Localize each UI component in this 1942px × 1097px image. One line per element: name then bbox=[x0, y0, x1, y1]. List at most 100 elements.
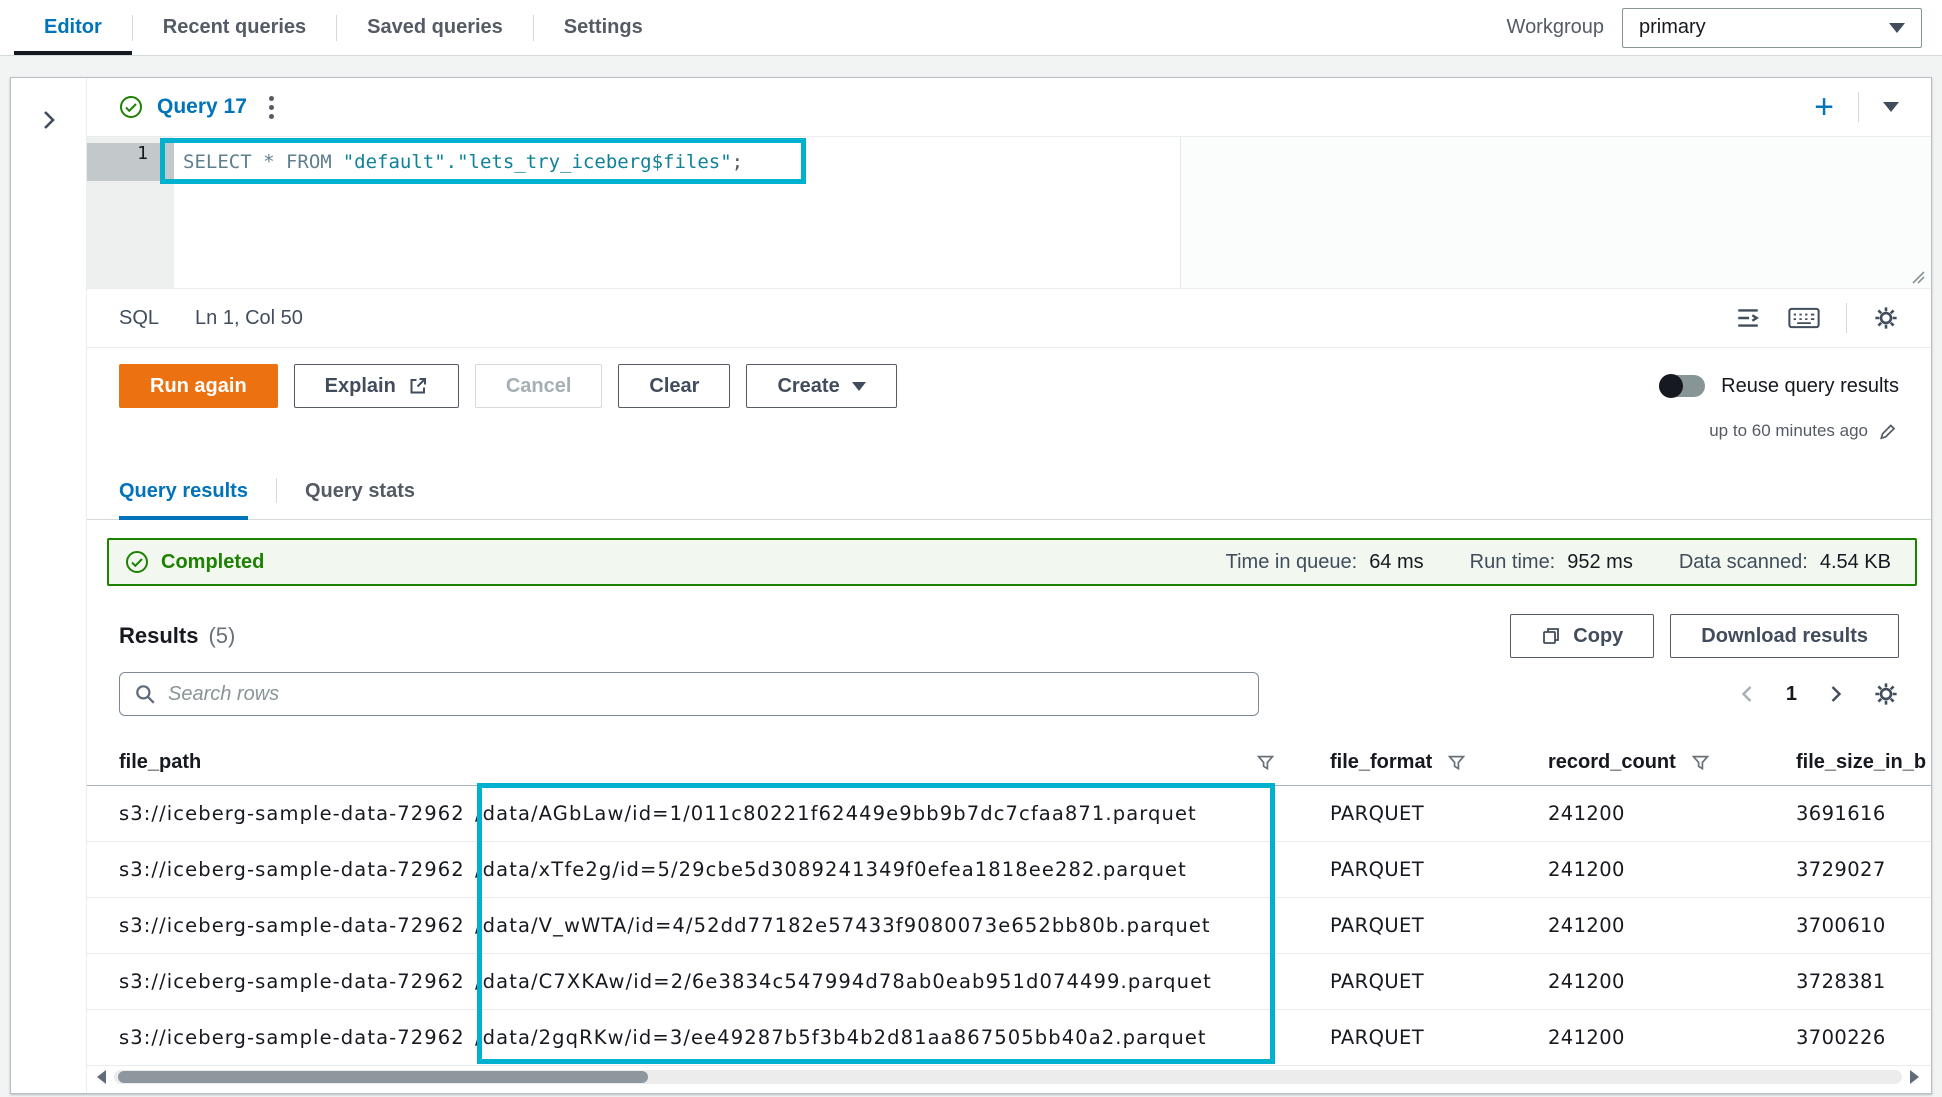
column-header-file-path[interactable]: file_path bbox=[87, 751, 1330, 774]
cell-file-format: PARQUET bbox=[1330, 1026, 1548, 1049]
table-row: s3://iceberg-sample-data-72962/data/AGbL… bbox=[87, 786, 1931, 842]
collapsed-sidebar bbox=[11, 78, 87, 1093]
cell-file-path: s3://iceberg-sample-data-72962/data/2gqR… bbox=[87, 1026, 1330, 1049]
query-tabs-dropdown-button[interactable] bbox=[1883, 102, 1899, 112]
edit-pencil-icon[interactable] bbox=[1878, 422, 1897, 441]
query-tab-title[interactable]: Query 17 bbox=[157, 95, 247, 119]
tab-query-stats[interactable]: Query stats bbox=[305, 466, 415, 519]
cell-record-count: 241200 bbox=[1548, 914, 1796, 937]
sidebar-expand-button[interactable] bbox=[33, 104, 65, 1093]
query-editor-panel: Query 17 + 1 SELECT * FROM"default"."let… bbox=[10, 77, 1932, 1094]
gear-icon bbox=[1873, 305, 1899, 331]
tab-query-results[interactable]: Query results bbox=[119, 466, 248, 519]
prev-page-button[interactable] bbox=[1738, 684, 1758, 704]
cancel-button[interactable]: Cancel bbox=[475, 364, 603, 408]
tab-editor-label: Editor bbox=[44, 16, 102, 39]
tab-settings[interactable]: Settings bbox=[534, 0, 673, 55]
kebab-icon bbox=[269, 96, 274, 101]
results-title: Results bbox=[119, 623, 198, 649]
tab-editor[interactable]: Editor bbox=[14, 0, 132, 55]
metric-run-time: Run time: 952 ms bbox=[1470, 551, 1633, 574]
table-row: s3://iceberg-sample-data-72962/data/2gqR… bbox=[87, 1010, 1931, 1066]
cursor-position: Ln 1, Col 50 bbox=[195, 307, 303, 330]
table-preferences-gear-icon[interactable] bbox=[1873, 681, 1899, 707]
divider bbox=[1846, 303, 1847, 333]
cell-record-count: 241200 bbox=[1548, 970, 1796, 993]
status-completed-label: Completed bbox=[161, 551, 264, 574]
cell-file-path: s3://iceberg-sample-data-72962/data/xTfe… bbox=[87, 858, 1330, 881]
cell-file-size: 3700226 bbox=[1796, 1026, 1931, 1049]
cell-file-path: s3://iceberg-sample-data-72962/data/AGbL… bbox=[87, 802, 1330, 825]
run-again-button[interactable]: Run again bbox=[119, 364, 278, 408]
scrollbar-thumb[interactable] bbox=[118, 1071, 648, 1083]
tab-settings-label: Settings bbox=[564, 16, 643, 39]
pagination: 1 bbox=[1738, 681, 1899, 707]
editor-settings-button[interactable] bbox=[1873, 305, 1899, 331]
column-header-file-size[interactable]: file_size_in_b bbox=[1796, 751, 1931, 774]
results-count: (5) bbox=[208, 623, 235, 649]
horizontal-scrollbar bbox=[97, 1069, 1919, 1085]
query-tab-menu-button[interactable] bbox=[261, 92, 282, 123]
table-row: s3://iceberg-sample-data-72962/data/C7XK… bbox=[87, 954, 1931, 1010]
scroll-right-arrow[interactable] bbox=[1910, 1070, 1919, 1084]
workgroup-select[interactable]: primary bbox=[1622, 8, 1922, 48]
cell-file-format: PARQUET bbox=[1330, 858, 1548, 881]
tab-saved-queries[interactable]: Saved queries bbox=[337, 0, 533, 55]
reuse-results-toggle[interactable] bbox=[1659, 375, 1705, 397]
line-number: 1 bbox=[87, 143, 174, 181]
cell-file-size: 3729027 bbox=[1796, 858, 1931, 881]
cell-file-size: 3691616 bbox=[1796, 802, 1931, 825]
table-row: s3://iceberg-sample-data-72962/data/xTfe… bbox=[87, 842, 1931, 898]
editor-gutter: 1 bbox=[87, 137, 174, 288]
create-button[interactable]: Create bbox=[746, 364, 896, 408]
sql-editor: 1 SELECT * FROM"default"."lets_try_icebe… bbox=[87, 136, 1931, 288]
scroll-left-arrow[interactable] bbox=[97, 1070, 106, 1084]
table-header-row: file_path file_format record_count bbox=[87, 740, 1931, 786]
cell-record-count: 241200 bbox=[1548, 858, 1796, 881]
column-header-record-count[interactable]: record_count bbox=[1548, 751, 1796, 774]
tab-recent-queries[interactable]: Recent queries bbox=[133, 0, 336, 55]
workgroup-label: Workgroup bbox=[1507, 16, 1604, 39]
copy-button[interactable]: Copy bbox=[1510, 614, 1654, 658]
explain-button[interactable]: Explain bbox=[294, 364, 459, 408]
editor-main: Query 17 + 1 SELECT * FROM"default"."let… bbox=[87, 78, 1931, 1093]
caret-down-icon bbox=[1889, 23, 1905, 33]
reuse-duration-row: up to 60 minutes ago bbox=[87, 418, 1931, 444]
new-query-tab-button[interactable]: + bbox=[1814, 92, 1834, 122]
query-actions: Run again Explain Cancel Clear Create bbox=[87, 348, 1931, 418]
filter-icon[interactable] bbox=[1448, 755, 1465, 771]
cell-file-path: s3://iceberg-sample-data-72962/data/V_wW… bbox=[87, 914, 1330, 937]
cell-file-size: 3728381 bbox=[1796, 970, 1931, 993]
scrollbar-track[interactable] bbox=[114, 1070, 1902, 1084]
filter-icon[interactable] bbox=[1257, 755, 1274, 771]
tab-saved-queries-label: Saved queries bbox=[367, 16, 503, 39]
cell-file-size: 3700610 bbox=[1796, 914, 1931, 937]
search-box bbox=[119, 672, 1259, 716]
reuse-duration-text: up to 60 minutes ago bbox=[1709, 421, 1868, 441]
filter-icon[interactable] bbox=[1692, 755, 1709, 771]
column-header-file-format[interactable]: file_format bbox=[1330, 751, 1548, 774]
top-navigation: Editor Recent queries Saved queries Sett… bbox=[0, 0, 1942, 56]
sql-code-line: SELECT * FROM"default"."lets_try_iceberg… bbox=[183, 143, 1931, 181]
download-results-button[interactable]: Download results bbox=[1670, 614, 1899, 658]
cell-file-format: PARQUET bbox=[1330, 802, 1548, 825]
metric-data-scanned: Data scanned: 4.54 KB bbox=[1679, 551, 1891, 574]
caret-down-icon bbox=[852, 382, 866, 391]
search-input[interactable] bbox=[168, 683, 1244, 706]
page-number[interactable]: 1 bbox=[1786, 683, 1797, 706]
reuse-results-label: Reuse query results bbox=[1721, 375, 1899, 398]
sql-string-literal: "default"."lets_try_iceberg$files" bbox=[343, 151, 732, 173]
table-row: s3://iceberg-sample-data-72962/data/V_wW… bbox=[87, 898, 1931, 954]
next-page-button[interactable] bbox=[1825, 684, 1845, 704]
editor-status-bar: SQL Ln 1, Col 50 bbox=[87, 288, 1931, 348]
metric-time-in-queue: Time in queue: 64 ms bbox=[1226, 551, 1424, 574]
sql-code-area[interactable]: SELECT * FROM"default"."lets_try_iceberg… bbox=[174, 137, 1931, 288]
copy-icon bbox=[1541, 626, 1561, 646]
toggle-knob bbox=[1659, 374, 1683, 398]
keyboard-shortcuts-button[interactable] bbox=[1788, 306, 1820, 330]
language-label: SQL bbox=[119, 307, 159, 330]
format-sql-button[interactable] bbox=[1734, 305, 1762, 331]
editor-resize-grip[interactable] bbox=[1909, 268, 1925, 284]
clear-button[interactable]: Clear bbox=[618, 364, 730, 408]
check-circle-icon bbox=[125, 550, 149, 574]
